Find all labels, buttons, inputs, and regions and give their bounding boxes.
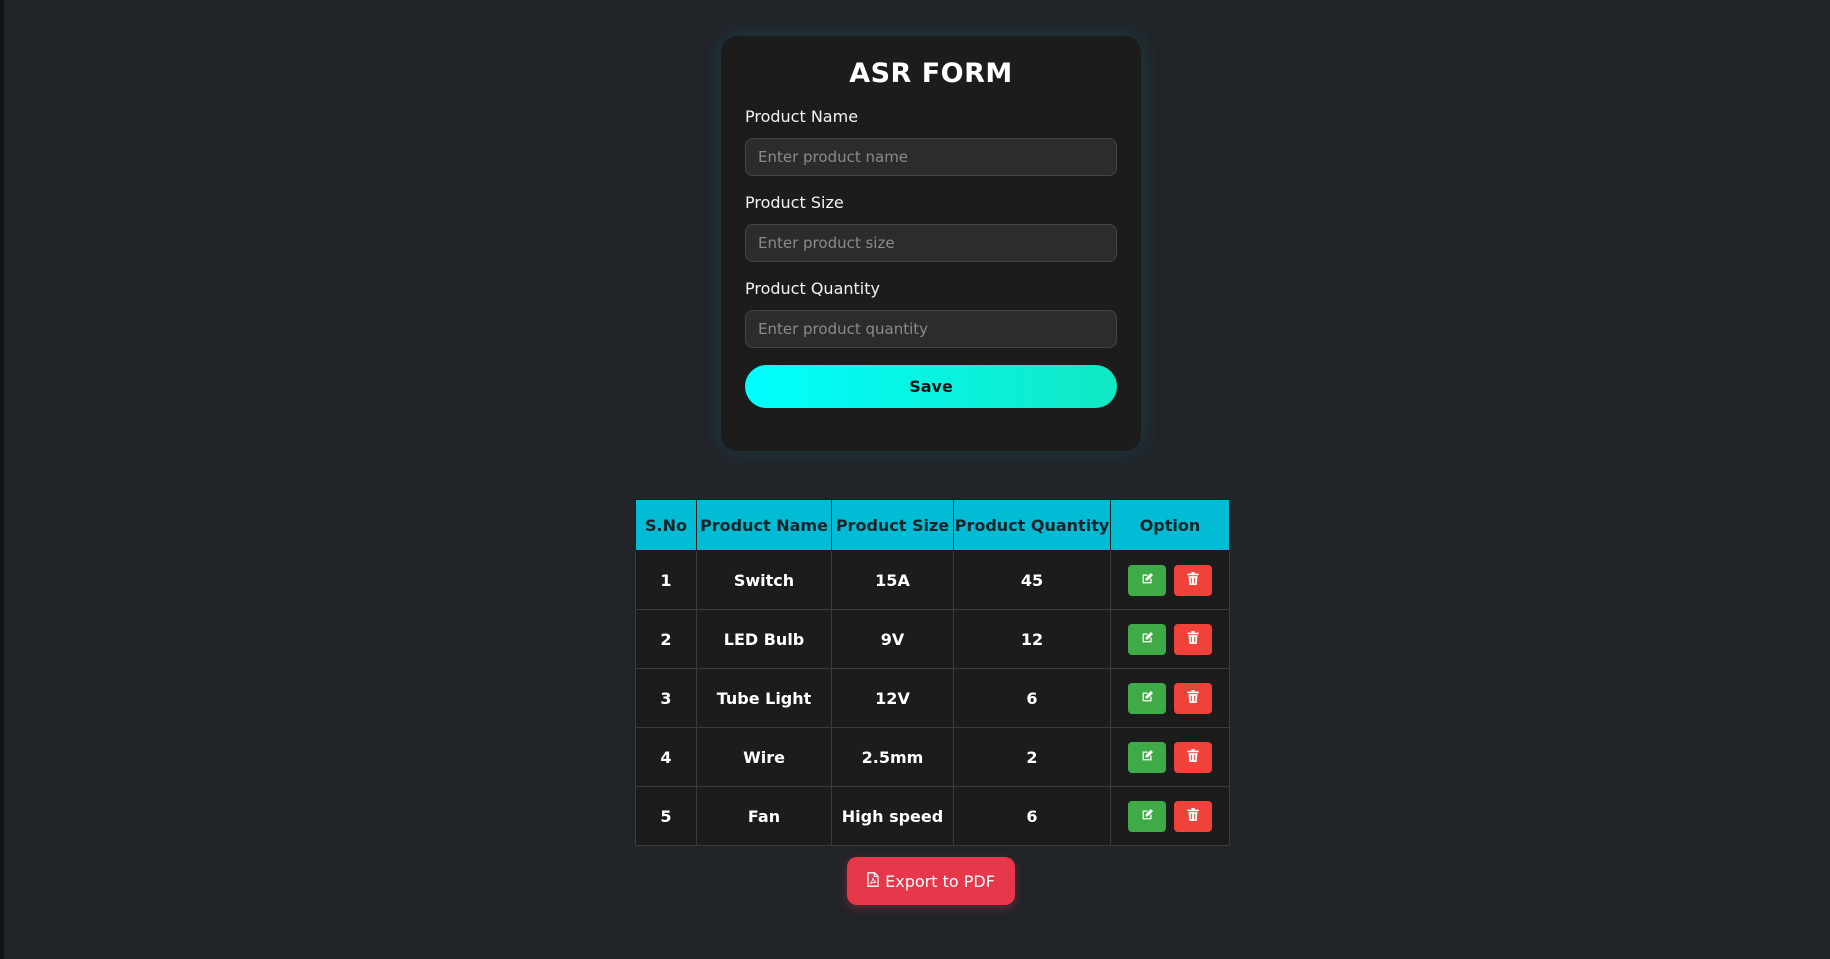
table-row: 1 Switch 15A 45 <box>635 550 1230 610</box>
form-title: ASR FORM <box>849 58 1013 89</box>
table-row: 3 Tube Light 12V 6 <box>635 668 1230 728</box>
cell-product-size: 2.5mm <box>831 727 954 787</box>
delete-button[interactable] <box>1174 623 1212 655</box>
product-quantity-label: Product Quantity <box>745 279 880 298</box>
products-table: S.No Product Name Product Size Product Q… <box>635 499 1230 846</box>
edit-button[interactable] <box>1128 741 1166 773</box>
cell-product-name: LED Bulb <box>696 609 832 669</box>
cell-sno: 5 <box>635 786 697 846</box>
file-pdf-icon <box>867 871 879 891</box>
product-name-label: Product Name <box>745 107 859 126</box>
trash-icon <box>1187 572 1199 588</box>
export-label: Export to PDF <box>885 871 995 891</box>
row-actions <box>1111 800 1229 832</box>
cell-product-quantity: 6 <box>953 786 1111 846</box>
edit-button[interactable] <box>1128 800 1166 832</box>
cell-product-name: Switch <box>696 550 832 610</box>
row-actions <box>1111 623 1229 655</box>
edit-button[interactable] <box>1128 682 1166 714</box>
edit-button[interactable] <box>1128 564 1166 596</box>
delete-button[interactable] <box>1174 800 1212 832</box>
asr-form-card: ASR FORM Product Name Product Size Produ… <box>721 36 1141 451</box>
header-product-quantity: Product Quantity <box>953 499 1111 551</box>
header-option: Option <box>1110 499 1230 551</box>
cell-sno: 4 <box>635 727 697 787</box>
delete-button[interactable] <box>1174 741 1212 773</box>
cell-product-quantity: 2 <box>953 727 1111 787</box>
export-to-pdf-button[interactable]: Export to PDF <box>847 857 1015 905</box>
cell-sno: 2 <box>635 609 697 669</box>
cell-product-size: 9V <box>831 609 954 669</box>
row-actions <box>1111 564 1229 596</box>
edit-button[interactable] <box>1128 623 1166 655</box>
trash-icon <box>1187 808 1199 824</box>
trash-icon <box>1187 690 1199 706</box>
product-size-input[interactable] <box>745 224 1117 262</box>
header-product-size: Product Size <box>831 499 954 551</box>
save-button[interactable]: Save <box>745 365 1117 408</box>
edit-icon <box>1141 749 1154 765</box>
cell-product-quantity: 6 <box>953 668 1111 728</box>
header-sno: S.No <box>635 499 697 551</box>
edit-icon <box>1141 572 1154 588</box>
trash-icon <box>1187 749 1199 765</box>
edit-icon <box>1141 808 1154 824</box>
table-row: 5 Fan High speed 6 <box>635 786 1230 846</box>
delete-button[interactable] <box>1174 682 1212 714</box>
cell-options <box>1110 668 1230 728</box>
cell-product-name: Wire <box>696 727 832 787</box>
cell-options <box>1110 727 1230 787</box>
window-left-edge <box>0 0 4 959</box>
cell-product-name: Tube Light <box>696 668 832 728</box>
cell-options <box>1110 550 1230 610</box>
delete-button[interactable] <box>1174 564 1212 596</box>
table-row: 2 LED Bulb 9V 12 <box>635 609 1230 669</box>
edit-icon <box>1141 690 1154 706</box>
cell-sno: 3 <box>635 668 697 728</box>
cell-options <box>1110 786 1230 846</box>
product-quantity-input[interactable] <box>745 310 1117 348</box>
edit-icon <box>1141 631 1154 647</box>
cell-product-size: 12V <box>831 668 954 728</box>
row-actions <box>1111 682 1229 714</box>
cell-product-quantity: 45 <box>953 550 1111 610</box>
header-product-name: Product Name <box>696 499 832 551</box>
cell-product-name: Fan <box>696 786 832 846</box>
product-size-label: Product Size <box>745 193 844 212</box>
cell-product-size: High speed <box>831 786 954 846</box>
product-name-input[interactable] <box>745 138 1117 176</box>
cell-product-quantity: 12 <box>953 609 1111 669</box>
table-row: 4 Wire 2.5mm 2 <box>635 727 1230 787</box>
products-table-container: S.No Product Name Product Size Product Q… <box>635 499 1230 846</box>
cell-sno: 1 <box>635 550 697 610</box>
row-actions <box>1111 741 1229 773</box>
cell-product-size: 15A <box>831 550 954 610</box>
cell-options <box>1110 609 1230 669</box>
table-header-row: S.No Product Name Product Size Product Q… <box>635 499 1230 551</box>
trash-icon <box>1187 631 1199 647</box>
